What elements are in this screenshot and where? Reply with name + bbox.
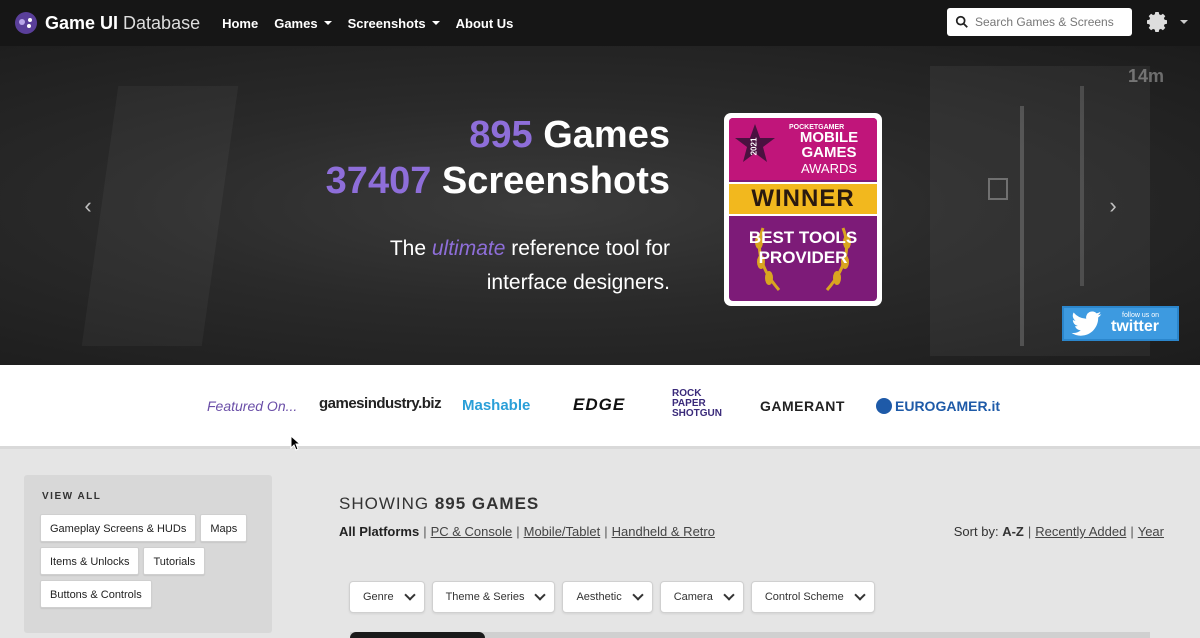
platform-filter: All Platforms | PC & Console | Mobile/Tablet…: [339, 524, 715, 539]
globe-icon: [876, 398, 892, 414]
top-navbar: Game UI Database Home Games Screenshots …: [0, 0, 1200, 46]
nav-home[interactable]: Home: [222, 16, 258, 31]
nav-about-us[interactable]: About Us: [456, 16, 514, 31]
carousel-prev-arrow-icon[interactable]: ‹: [78, 195, 98, 217]
carousel-next-arrow-icon[interactable]: ›: [1103, 195, 1123, 217]
screenshots-count-heading: 37407 Screenshots: [325, 160, 670, 202]
hero-tagline: The ultimate reference tool for interfac…: [389, 237, 670, 294]
platform-all[interactable]: All Platforms: [339, 524, 419, 539]
twitter-label: twitter: [1111, 318, 1159, 335]
chevron-down-icon: [854, 589, 866, 601]
tag-buttons-controls[interactable]: Buttons & Controls: [40, 580, 152, 608]
tag-tutorials[interactable]: Tutorials: [143, 547, 206, 575]
chevron-down-icon: [534, 589, 547, 601]
games-count-heading: 895 Games: [469, 114, 670, 156]
platform-pc-console[interactable]: PC & Console: [431, 524, 513, 539]
hero-background-decoration: [1020, 106, 1024, 346]
twitter-follow-button[interactable]: follow us on twitter: [1062, 306, 1179, 341]
gamesindustry-logo[interactable]: gamesindustry.biz: [319, 395, 442, 412]
edge-logo[interactable]: EDGE: [573, 395, 625, 415]
results-strip: [350, 632, 1150, 638]
award-category: BEST TOOLS PROVIDER: [748, 228, 858, 267]
view-all-sidebar: VIEW ALL Gameplay Screens & HUDs Maps It…: [24, 475, 272, 633]
chevron-down-icon: [632, 589, 644, 601]
chevron-down-icon: [431, 21, 440, 25]
hero-background-text: 14m: [1128, 66, 1165, 86]
site-title: Game UI Database: [45, 12, 201, 33]
tag-maps[interactable]: Maps: [200, 514, 248, 542]
hero-background-decoration: [81, 86, 239, 346]
award-winner-banner: WINNER: [729, 182, 877, 216]
search-input[interactable]: [975, 15, 1125, 29]
tag-items-unlocks[interactable]: Items & Unlocks: [40, 547, 140, 575]
award-subtitle: AWARDS: [800, 161, 858, 176]
hero-background-decoration: [1080, 86, 1084, 286]
twitter-bird-icon: [1071, 310, 1102, 336]
platform-handheld-retro[interactable]: Handheld & Retro: [612, 524, 715, 539]
gear-icon[interactable]: [1146, 10, 1170, 34]
gamerant-logo[interactable]: GAMERANT: [760, 398, 845, 414]
filter-dropdowns: Genre Theme & Series Aesthetic Camera Co…: [349, 581, 882, 613]
mashable-logo[interactable]: Mashable: [462, 397, 530, 414]
sort-year[interactable]: Year: [1138, 524, 1164, 539]
platform-mobile-tablet[interactable]: Mobile/Tablet: [524, 524, 601, 539]
sort-options: Sort by: A-Z | Recently Added | Year: [953, 524, 1164, 539]
sort-recently-added[interactable]: Recently Added: [1035, 524, 1126, 539]
view-all-heading: VIEW ALL: [42, 491, 102, 502]
chevron-down-icon: [403, 589, 416, 601]
mouse-cursor-icon: [290, 435, 300, 451]
settings-chevron-down-icon: [1180, 20, 1188, 24]
hero-background-decoration: [988, 178, 1008, 200]
sort-label: Sort by:: [953, 524, 1003, 539]
search-box: [947, 8, 1132, 36]
theme-series-dropdown[interactable]: Theme & Series: [431, 581, 556, 613]
chevron-down-icon: [323, 21, 332, 25]
award-year: 2021: [749, 137, 759, 156]
featured-on-label: Featured On...: [207, 398, 298, 414]
eurogamer-logo[interactable]: EUROGAMER.it: [876, 398, 1000, 414]
genre-dropdown[interactable]: Genre: [349, 581, 425, 613]
nav-games-dropdown[interactable]: Games: [274, 16, 332, 31]
camera-dropdown[interactable]: Camera: [659, 581, 744, 613]
search-icon: [955, 15, 968, 28]
gamepad-logo-icon: [15, 12, 37, 34]
award-title: MOBILE GAMES: [799, 129, 859, 161]
chevron-down-icon: [723, 589, 735, 601]
rock-paper-shotgun-logo[interactable]: ROCK PAPER SHOTGUN: [672, 389, 732, 419]
active-result-tab[interactable]: [350, 632, 485, 638]
tag-gameplay-screens-huds[interactable]: Gameplay Screens & HUDs: [40, 514, 197, 542]
aesthetic-dropdown[interactable]: Aesthetic: [562, 581, 653, 613]
nav-screenshots-dropdown[interactable]: Screenshots: [348, 16, 440, 31]
showing-count-heading: SHOWING 895 GAMES: [339, 494, 540, 513]
award-badge: 2021 POCKETGAMER MOBILE GAMES AWARDS WIN…: [724, 113, 882, 306]
sort-a-z[interactable]: A-Z: [1002, 524, 1024, 539]
control-scheme-dropdown[interactable]: Control Scheme: [750, 581, 875, 613]
brand-link[interactable]: Game UI Database: [14, 11, 200, 35]
featured-on-bar: Featured On... gamesindustry.biz Mashabl…: [0, 365, 1200, 449]
hero-banner: 14m ‹ › 895 Games 37407 Screenshots The …: [0, 46, 1200, 365]
